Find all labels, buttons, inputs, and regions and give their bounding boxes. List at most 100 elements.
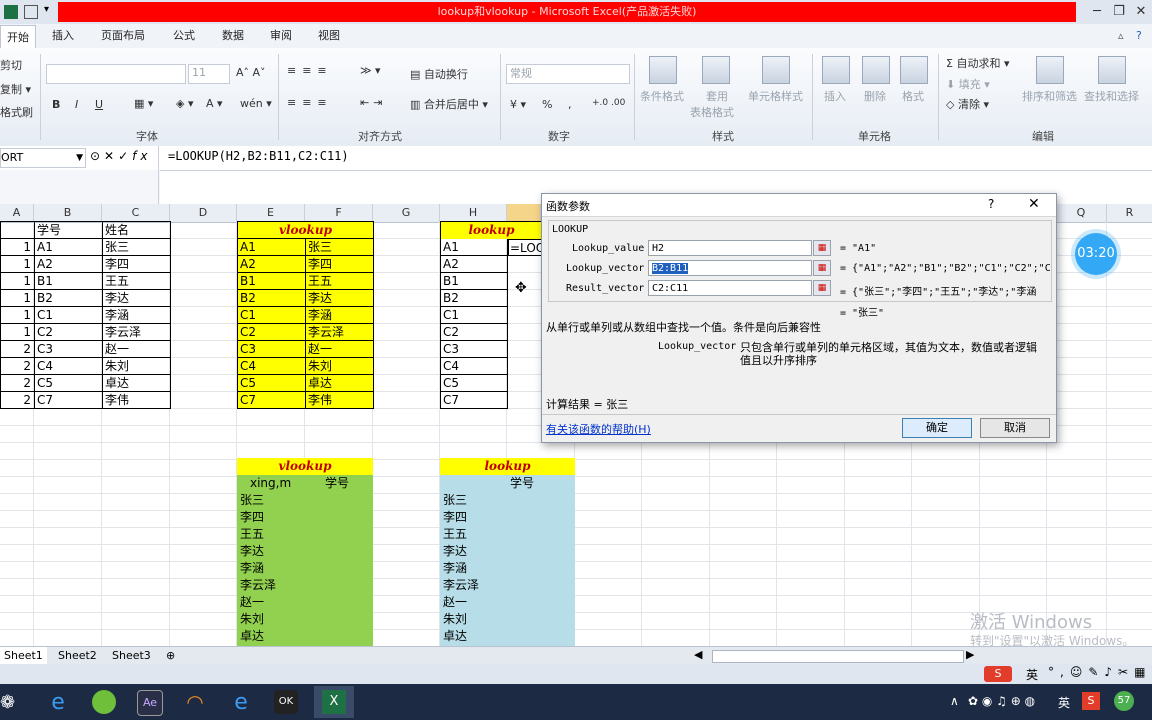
- table-cell[interactable]: B2: [35, 290, 103, 307]
- table-cell[interactable]: 李涵: [306, 307, 374, 324]
- table-cell[interactable]: 李达: [103, 290, 171, 307]
- table-cell[interactable]: 李云泽: [103, 324, 171, 341]
- find-select-icon[interactable]: [1098, 56, 1126, 84]
- tab-insert[interactable]: 插入: [52, 24, 74, 48]
- result-vector-input[interactable]: C2:C11: [648, 280, 812, 296]
- underline-button[interactable]: U: [95, 98, 103, 111]
- restore-button[interactable]: ❐: [1108, 2, 1130, 22]
- cut-button[interactable]: 剪切: [0, 57, 22, 73]
- tray-icons[interactable]: ✿ ◉ ♫ ⊕ ◍: [968, 694, 1035, 708]
- table-format-label-1[interactable]: 套用: [706, 88, 728, 104]
- dialog-help-button[interactable]: ?: [988, 197, 994, 211]
- table-cell[interactable]: 1: [1, 290, 35, 307]
- comma-button[interactable]: ,: [568, 98, 572, 111]
- table-cell[interactable]: B2: [238, 290, 306, 307]
- table-cell[interactable]: 王五: [306, 273, 374, 290]
- col-header-i[interactable]: [507, 204, 541, 222]
- table-cell[interactable]: 张三: [103, 239, 171, 256]
- format-painter-button[interactable]: 格式刷: [0, 104, 33, 120]
- active-cell[interactable]: =LOOK: [508, 239, 542, 256]
- blue-table-header[interactable]: 学号: [510, 475, 534, 492]
- save-icon[interactable]: [24, 5, 38, 19]
- clear-button[interactable]: ◇ 清除 ▾: [946, 96, 989, 112]
- number-format-combo[interactable]: 常规: [506, 64, 630, 84]
- fill-color-icon[interactable]: ◈ ▾: [176, 97, 193, 110]
- table-cell[interactable]: C5: [35, 375, 103, 392]
- table-cell[interactable]: C7: [441, 392, 508, 409]
- table-cell[interactable]: [1, 222, 35, 239]
- table-cell[interactable]: B2: [441, 290, 508, 307]
- cell-styles-button[interactable]: 单元格样式: [748, 88, 803, 104]
- table-cell[interactable]: B1: [238, 273, 306, 290]
- cancel-button[interactable]: 取消: [980, 418, 1050, 438]
- font-color-icon[interactable]: A ▾: [206, 97, 223, 110]
- sheet-tab-sheet1[interactable]: Sheet1: [0, 647, 47, 664]
- app-icon[interactable]: ◠: [183, 690, 207, 714]
- ime-toolbar-icons[interactable]: °,☺✎♪✂▦: [1048, 665, 1151, 679]
- collapse-dialog-icon[interactable]: ▦: [813, 260, 831, 276]
- minimize-button[interactable]: ─: [1086, 2, 1108, 22]
- list-item[interactable]: 王五: [443, 526, 467, 543]
- table-cell[interactable]: 1: [1, 307, 35, 324]
- font-name-combo[interactable]: [46, 64, 186, 84]
- col-header-f[interactable]: F: [305, 204, 373, 222]
- table-cell[interactable]: 张三: [306, 239, 374, 256]
- list-item[interactable]: 李四: [443, 509, 467, 526]
- sort-filter-icon[interactable]: [1036, 56, 1064, 84]
- ie-icon[interactable]: e: [229, 690, 253, 715]
- table-cell[interactable]: 朱刘: [103, 358, 171, 375]
- list-item[interactable]: 李达: [443, 543, 467, 560]
- col-header-d[interactable]: D: [170, 204, 237, 222]
- table-cell[interactable]: C3: [441, 341, 508, 358]
- table-cell[interactable]: 李伟: [103, 392, 171, 409]
- col-header-a[interactable]: A: [0, 204, 34, 222]
- horizontal-align-icons[interactable]: ≡≡≡: [287, 96, 333, 109]
- list-item[interactable]: 李云泽: [240, 577, 276, 594]
- table-cell[interactable]: C1: [441, 307, 508, 324]
- table-cell[interactable]: C7: [35, 392, 103, 409]
- col-header-g[interactable]: G: [373, 204, 440, 222]
- lookup-value-input[interactable]: H2: [648, 240, 812, 256]
- table-cell[interactable]: C1: [35, 307, 103, 324]
- formula-input[interactable]: =LOOKUP(H2,B2:B11,C2:C11): [168, 149, 349, 163]
- recording-timer[interactable]: 03:20: [1075, 233, 1117, 275]
- list-item[interactable]: 李涵: [240, 560, 264, 577]
- vertical-align-icons[interactable]: ≡≡≡: [287, 64, 333, 77]
- grow-font-icon[interactable]: A˄ A˅: [236, 66, 266, 79]
- delete-cells-icon[interactable]: [862, 56, 890, 84]
- list-item[interactable]: 李四: [240, 509, 264, 526]
- list-item[interactable]: 赵一: [240, 594, 264, 611]
- table-cell[interactable]: C4: [35, 358, 103, 375]
- table-cell[interactable]: B1: [35, 273, 103, 290]
- green-table-header-2[interactable]: 学号: [325, 475, 349, 492]
- excel-taskbar-button[interactable]: X: [314, 686, 354, 718]
- table-format-icon[interactable]: [702, 56, 730, 84]
- vlookup-table-title[interactable]: vlookup: [238, 222, 374, 239]
- list-item[interactable]: 朱刘: [240, 611, 264, 628]
- insert-sheet-icon[interactable]: ⊕: [166, 649, 175, 662]
- scroll-right-icon[interactable]: ▶: [966, 648, 974, 661]
- excel-icon[interactable]: [4, 5, 18, 19]
- green-table-title[interactable]: vlookup: [237, 458, 373, 475]
- table-cell[interactable]: C1: [238, 307, 306, 324]
- obs-icon[interactable]: OK: [274, 690, 298, 714]
- table-cell[interactable]: 2: [1, 375, 35, 392]
- dialog-title-bar[interactable]: 函数参数 ? ✕: [542, 194, 1056, 217]
- start-icon[interactable]: ❁: [0, 692, 15, 713]
- list-item[interactable]: 王五: [240, 526, 264, 543]
- table-cell[interactable]: 2: [1, 392, 35, 409]
- wrap-text-button[interactable]: ▤ 自动换行: [410, 66, 468, 82]
- collapse-dialog-icon[interactable]: ▦: [813, 240, 831, 256]
- col-header-h[interactable]: H: [440, 204, 507, 222]
- table-cell[interactable]: A1: [441, 239, 508, 256]
- table-cell[interactable]: C5: [238, 375, 306, 392]
- copy-button[interactable]: 复制 ▾: [0, 81, 31, 97]
- after-effects-icon[interactable]: Ae: [137, 690, 163, 716]
- table-cell[interactable]: A2: [238, 256, 306, 273]
- table-cell[interactable]: 王五: [103, 273, 171, 290]
- list-item[interactable]: 李云泽: [443, 577, 479, 594]
- table-cell[interactable]: C2: [238, 324, 306, 341]
- formula-buttons[interactable]: ⊙✕✓fx: [90, 149, 152, 163]
- chevron-down-icon[interactable]: ▼: [76, 149, 83, 167]
- table-cell[interactable]: A2: [441, 256, 508, 273]
